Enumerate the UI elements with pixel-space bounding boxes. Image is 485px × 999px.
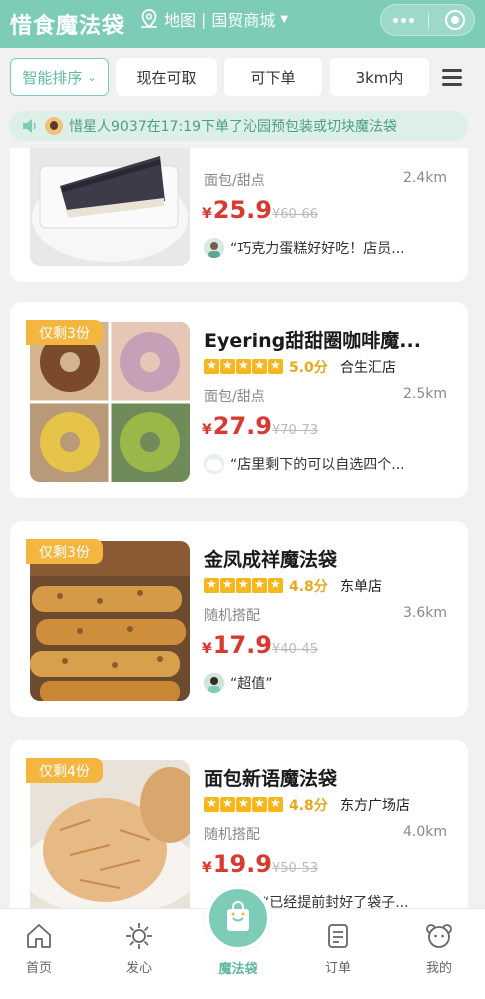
sort-dropdown[interactable]: 智能排序 ⌄ (10, 58, 109, 96)
home-icon (27, 924, 51, 948)
store-card[interactable]: 仅剩3份 金凤成祥魔法袋 4.8分 东单店 随机搭配 3.6km ¥17.9 ¥… (10, 521, 468, 717)
product-image-donuts (30, 322, 190, 482)
branch-name: 合生汇店 (340, 360, 396, 376)
original-price: ¥40-45 (272, 642, 319, 657)
map-label: 地图 (164, 11, 197, 30)
tab-orders-label: 订单 (324, 961, 351, 976)
reviewer-avatar (204, 238, 224, 258)
order-notice-banner: 惜星人9037在17:19下单了沁园预包装或切块魔法袋 (9, 111, 468, 141)
filter-orderable[interactable]: 可下单 (224, 58, 322, 96)
tab-wish-label: 发心 (125, 961, 152, 976)
notice-avatar (45, 117, 63, 135)
more-options-icon[interactable] (393, 18, 414, 23)
rating-score: 4.8分 (289, 579, 328, 595)
original-price: ¥50-53 (272, 861, 319, 876)
original-price: ¥70-73 (272, 423, 319, 438)
location-name: 国贸商城 (211, 11, 276, 30)
top-header: 惜食魔法袋 地图 | 国贸商城 ▼ (0, 0, 485, 48)
rating-score: 4.8分 (289, 798, 328, 814)
category: 随机搭配 (204, 827, 260, 843)
speaker-icon (23, 119, 36, 133)
original-price: ¥60-66 (272, 207, 319, 222)
chevron-down-icon: ⌄ (87, 70, 97, 84)
category: 面包/甜点 (204, 389, 265, 405)
branch-name: 东方广场店 (340, 798, 410, 814)
map-location-link[interactable]: 地图 | 国贸商城 ▼ (138, 7, 288, 31)
price: ¥25.9 (202, 196, 272, 224)
capsule-divider (428, 13, 429, 29)
store-card[interactable]: 面包/甜点 2.4km ¥25.9 ¥60-66 “巧克力蛋糕好好吃！店员... (10, 148, 468, 282)
app-title: 惜食魔法袋 (10, 14, 126, 39)
stock-badge: 仅剩3份 (26, 539, 103, 564)
reviewer-avatar (204, 673, 224, 693)
review-snippet: “店里剩下的可以自选四个... (230, 457, 405, 473)
review-snippet: “已经提前封好了袋子... (262, 895, 409, 908)
category: 面包/甜点 (204, 173, 265, 189)
review-snippet: “超值” (230, 676, 273, 692)
order-list-icon (328, 924, 348, 948)
separator: | (201, 9, 207, 29)
tab-wish[interactable]: 发心 (99, 917, 179, 976)
star-rating-icon (204, 796, 283, 812)
stock-badge: 仅剩4份 (26, 758, 103, 783)
distance: 3.6km (402, 605, 447, 621)
rating-score: 5.0分 (289, 360, 328, 376)
stock-badge: 仅剩3份 (26, 320, 103, 345)
store-name: Eyering甜甜圈咖啡魔... (204, 330, 421, 352)
star-rating-icon (204, 358, 283, 374)
menu-icon[interactable] (442, 69, 462, 86)
price: ¥19.9 (202, 850, 272, 878)
store-name: 金凤成祥魔法袋 (204, 549, 338, 571)
sort-label: 智能排序 (22, 68, 83, 87)
bear-face-icon (426, 924, 452, 948)
sunflower-icon (126, 923, 152, 949)
tab-home-label: 首页 (25, 961, 52, 976)
notice-text: 惜星人9037在17:19下单了沁园预包装或切块魔法袋 (69, 119, 397, 135)
price: ¥17.9 (202, 631, 272, 659)
price: ¥27.9 (202, 412, 272, 440)
tab-magic-bag[interactable] (205, 885, 271, 951)
product-image-bread (30, 541, 190, 701)
tab-magic-bag-label[interactable]: 魔法袋 (198, 958, 278, 977)
distance: 2.4km (402, 170, 447, 186)
miniprogram-capsule (380, 4, 475, 36)
magic-bag-icon (227, 901, 249, 931)
branch-name: 东单店 (340, 579, 382, 595)
map-pin-icon (141, 9, 157, 29)
product-image-cake (30, 148, 190, 266)
store-name: 面包新语魔法袋 (204, 768, 338, 790)
store-card[interactable]: 仅剩4份 面包新语魔法袋 4.8分 东方广场店 随机搭配 4.0km ¥19.9… (10, 740, 468, 908)
tab-mine-label: 我的 (425, 961, 452, 976)
filter-distance[interactable]: 3km内 (330, 58, 429, 96)
tab-home[interactable]: 首页 (0, 917, 79, 976)
store-card[interactable]: 仅剩3份 Eyering甜甜圈咖啡魔... 5.0分 合生汇店 面包/甜点 2.… (10, 302, 468, 498)
tab-orders[interactable]: 订单 (298, 917, 378, 976)
distance: 2.5km (402, 386, 447, 402)
filter-bar: 智能排序 ⌄ 现在可取 可下单 3km内 (0, 48, 485, 106)
star-rating-icon (204, 577, 283, 593)
distance: 4.0km (402, 824, 447, 840)
close-target-icon[interactable] (445, 10, 465, 30)
category: 随机搭配 (204, 608, 260, 624)
filter-available-now[interactable]: 现在可取 (116, 58, 217, 96)
reviewer-avatar (204, 454, 224, 474)
store-list: 面包/甜点 2.4km ¥25.9 ¥60-66 “巧克力蛋糕好好吃！店员...… (0, 148, 485, 908)
caret-down-icon: ▼ (280, 13, 289, 25)
review-snippet: “巧克力蛋糕好好吃！店员... (230, 241, 405, 257)
tab-mine[interactable]: 我的 (399, 917, 479, 976)
